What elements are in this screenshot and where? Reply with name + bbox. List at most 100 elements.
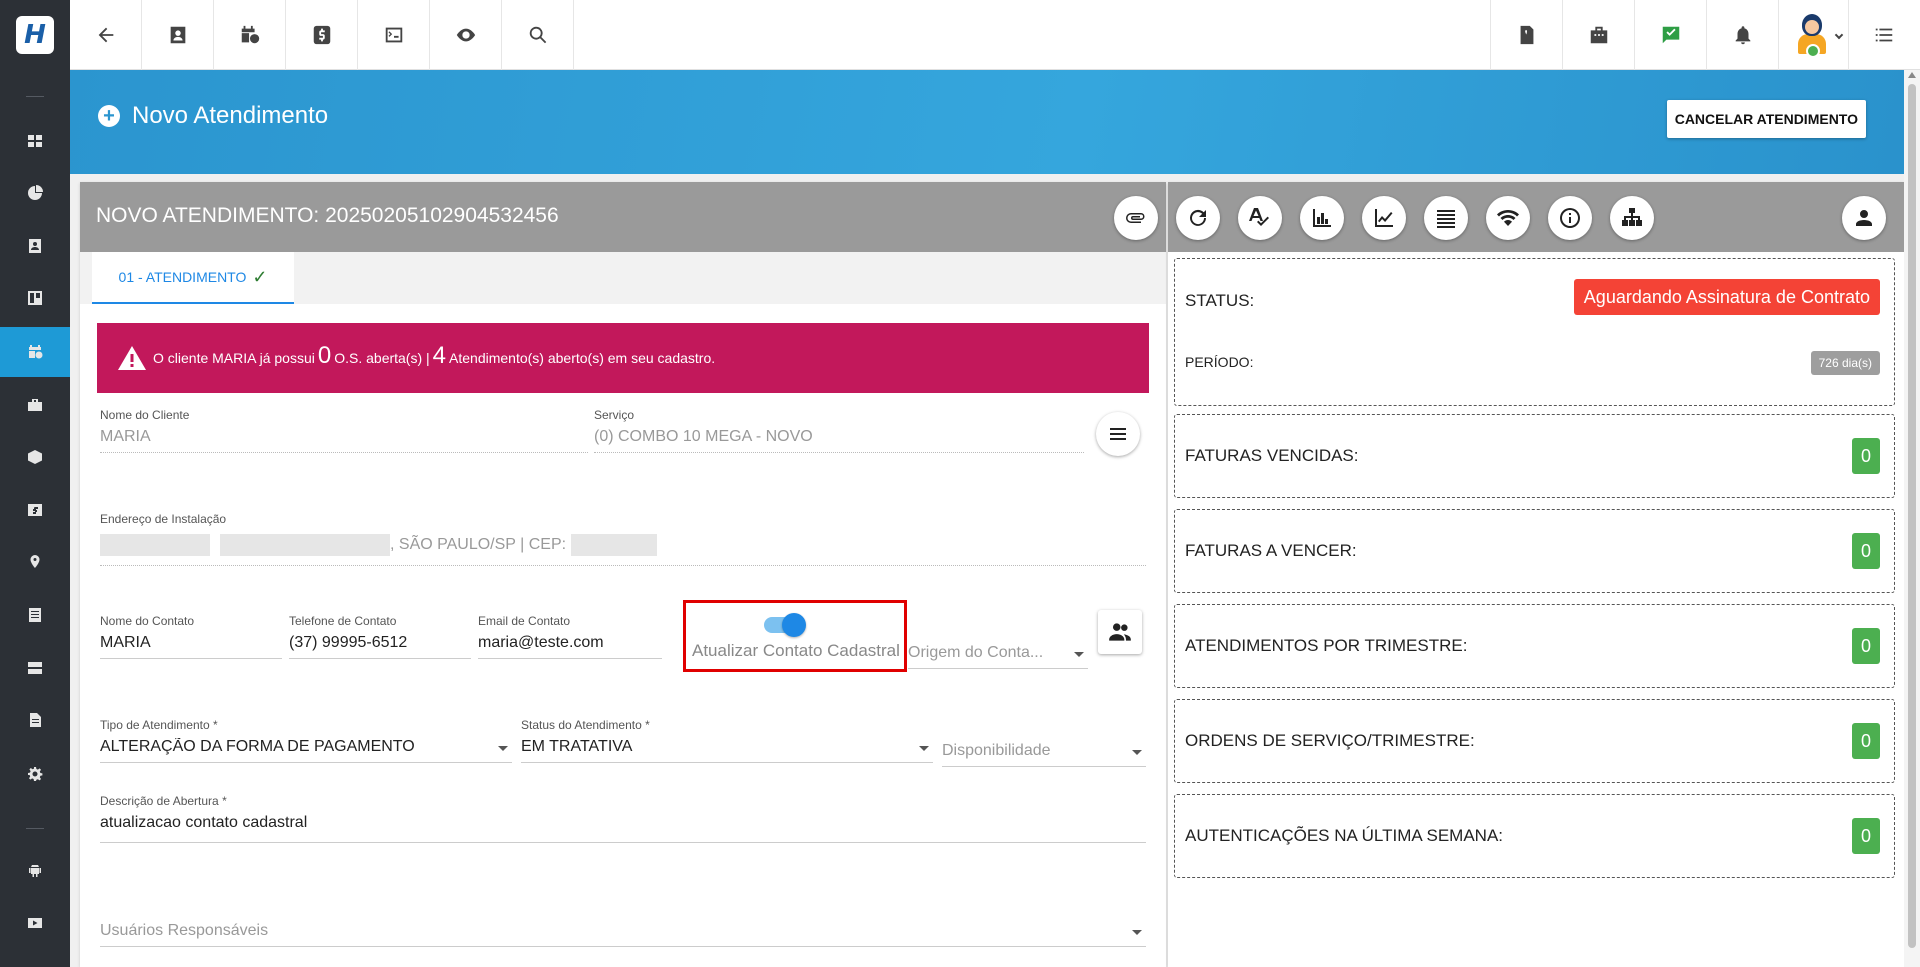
tab-atendimento[interactable]: 01 - ATENDIMENTO ✓: [92, 252, 294, 304]
location-icon[interactable]: [0, 537, 70, 587]
spellcheck-icon: [1249, 208, 1269, 226]
contact-card-icon[interactable]: [0, 221, 70, 271]
document-icon[interactable]: [0, 695, 70, 745]
descricao-field: Descrição de Abertura * atualizacao cont…: [100, 794, 1146, 843]
metric-label: ORDENS DE SERVIÇO/TRIMESTRE:: [1185, 731, 1475, 750]
search-icon[interactable]: [502, 0, 574, 70]
android-icon[interactable]: [0, 845, 70, 895]
descricao-input[interactable]: atualizacao contato cadastral: [100, 814, 1146, 843]
alert-banner: O cliente MARIA já possui 0 O.S. aberta(…: [97, 323, 1149, 393]
metric-box: FATURAS VENCIDAS: 0: [1174, 414, 1895, 498]
app-logo[interactable]: H: [16, 16, 54, 54]
info-panel: STATUS: Aguardando Assinatura de Contrat…: [1168, 182, 1904, 967]
wifi-button[interactable]: [1486, 196, 1530, 240]
card-header: NOVO ATENDIMENTO: 20250205102904532456: [80, 182, 1166, 252]
metric-badge: 0: [1852, 533, 1880, 569]
cliente-label: Nome do Cliente: [100, 408, 190, 422]
hierarchy-button[interactable]: [1610, 196, 1654, 240]
info-button[interactable]: [1548, 196, 1592, 240]
list-button[interactable]: [1424, 196, 1468, 240]
pdf-icon[interactable]: [1490, 0, 1562, 70]
spellcheck-button[interactable]: [1238, 196, 1282, 240]
metric-label: FATURAS VENCIDAS:: [1185, 446, 1359, 465]
user-avatar[interactable]: [1794, 14, 1830, 58]
email-field: Email de Contato maria@teste.com: [478, 614, 662, 659]
scroll-up-icon[interactable]: [1908, 72, 1916, 78]
chevron-down-icon: [1074, 652, 1084, 657]
dollar-icon[interactable]: [286, 0, 358, 70]
endereco-city: , SÃO PAULO/SP | CEP:: [390, 536, 567, 554]
menu-list-icon[interactable]: [1848, 0, 1918, 70]
metric-badge: 0: [1852, 438, 1880, 474]
list-icon[interactable]: [0, 590, 70, 640]
info-icon: [1560, 208, 1580, 228]
disponibilidade-select[interactable]: Disponibilidade: [942, 742, 1146, 767]
terminal-icon[interactable]: [358, 0, 430, 70]
server-icon[interactable]: [0, 643, 70, 693]
status-field: Status do Atendimento * EM TRATATIVA: [521, 718, 933, 763]
alert-text-post: Atendimento(s) aberto(s) em seu cadastro…: [449, 350, 716, 366]
card-title: NOVO ATENDIMENTO: 20250205102904532456: [96, 204, 559, 227]
calendar-clock-icon[interactable]: [0, 327, 70, 377]
endereco-input[interactable]: , SÃO PAULO/SP | CEP:: [100, 532, 1146, 566]
youtube-icon[interactable]: [0, 898, 70, 948]
redacted-block: [100, 534, 210, 556]
scrollbar-thumb[interactable]: [1908, 84, 1916, 948]
usuarios-select[interactable]: Usuários Responsáveis: [100, 922, 1146, 947]
atualizar-contato-toggle[interactable]: [764, 613, 806, 637]
bar-chart-icon: [1313, 209, 1331, 227]
bell-icon[interactable]: [1706, 0, 1778, 70]
hamburger-icon: [1110, 428, 1126, 440]
status-select[interactable]: EM TRATATIVA: [521, 738, 933, 763]
attach-button[interactable]: [1114, 196, 1158, 240]
page-header: + Novo Atendimento CANCELAR ATENDIMENTO: [70, 70, 1904, 174]
chevron-down-icon: [919, 746, 929, 751]
dashboard-icon[interactable]: [0, 116, 70, 166]
origem-select[interactable]: Origem do Conta...: [908, 644, 1088, 669]
check-icon: ✓: [252, 266, 268, 287]
board-icon[interactable]: [0, 273, 70, 323]
cliente-input[interactable]: MARIA: [100, 428, 588, 453]
sidebar: H: [0, 0, 70, 967]
briefcase-icon[interactable]: [1562, 0, 1634, 70]
tipo-select[interactable]: ALTERAÇÃO DA FORMA DE PAGAMENTO: [100, 738, 512, 763]
calendar-clock-icon[interactable]: [214, 0, 286, 70]
refresh-button[interactable]: [1176, 196, 1220, 240]
tab-label: 01 - ATENDIMENTO: [118, 269, 247, 285]
sidebar-divider: [26, 828, 44, 829]
periodo-label: PERÍODO:: [1185, 354, 1254, 370]
chart-pie-icon[interactable]: [0, 168, 70, 218]
redacted-block: [220, 534, 390, 556]
toggle-knob: [782, 613, 806, 637]
back-arrow-icon[interactable]: [70, 0, 142, 70]
contato-input[interactable]: MARIA: [100, 634, 282, 659]
line-chart-button[interactable]: [1362, 196, 1406, 240]
box-icon[interactable]: [0, 432, 70, 482]
briefcase-icon[interactable]: [0, 380, 70, 430]
email-label: Email de Contato: [478, 614, 571, 628]
metric-badge: 0: [1852, 723, 1880, 759]
redacted-block: [570, 534, 657, 556]
servico-field: Serviço (0) COMBO 10 MEGA - NOVO: [594, 408, 1084, 453]
contato-label: Nome do Contato: [100, 614, 195, 628]
alert-atendimento-count: 4: [432, 342, 447, 369]
bar-chart-button[interactable]: [1300, 196, 1344, 240]
email-input[interactable]: maria@teste.com: [478, 634, 662, 659]
page-scrollbar[interactable]: [1904, 70, 1920, 967]
servico-input[interactable]: (0) COMBO 10 MEGA - NOVO: [594, 428, 1084, 453]
gear-icon[interactable]: [0, 749, 70, 799]
status-box: STATUS: Aguardando Assinatura de Contrat…: [1174, 258, 1895, 406]
profile-button[interactable]: [1842, 196, 1886, 240]
contacts-button[interactable]: [1098, 610, 1142, 654]
contact-card-icon[interactable]: [142, 0, 214, 70]
paperclip-icon: [1126, 213, 1145, 223]
chat-check-icon[interactable]: [1634, 0, 1706, 70]
eye-icon[interactable]: [430, 0, 502, 70]
tab-bar: 01 - ATENDIMENTO ✓: [80, 252, 1166, 304]
cancel-atendimento-button[interactable]: CANCELAR ATENDIMENTO: [1666, 100, 1866, 138]
metric-box: ATENDIMENTOS POR TRIMESTRE: 0: [1174, 604, 1895, 688]
telefone-input[interactable]: (37) 99995-6512: [289, 634, 471, 659]
money-icon[interactable]: [0, 485, 70, 535]
service-menu-button[interactable]: [1096, 412, 1140, 456]
alert-text-pre: O cliente MARIA já possui: [153, 350, 315, 366]
